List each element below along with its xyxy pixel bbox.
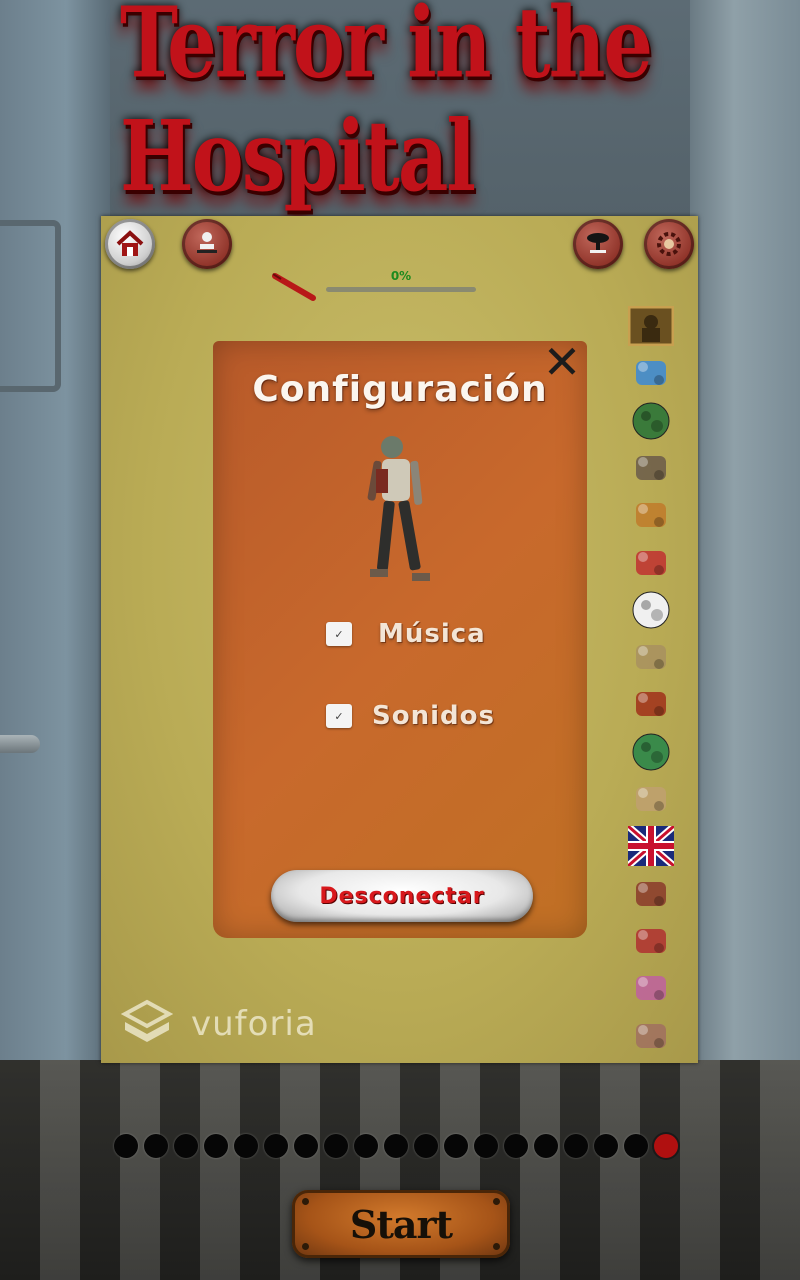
zombie-character-image <box>367 436 430 581</box>
page-dot[interactable] <box>144 1134 168 1158</box>
music-label: Música <box>378 619 486 649</box>
map-pin-icon[interactable] <box>628 353 674 393</box>
music-notes-icon-graphic <box>636 976 666 1001</box>
page-dot[interactable] <box>504 1134 528 1158</box>
globe-icon-graphic <box>632 402 670 440</box>
dialog-title: Configuración <box>252 369 548 410</box>
game-panel: 0% ✕ Configuración ✓ Música ✓ Sonidos De… <box>101 216 698 1063</box>
wall-pipe <box>0 735 40 753</box>
rocks-icon[interactable] <box>628 448 674 488</box>
rivet <box>302 1198 309 1205</box>
helmet-icon-graphic <box>636 692 666 717</box>
rivet <box>493 1243 500 1250</box>
globe-icon[interactable] <box>628 401 674 441</box>
rocks-icon-graphic <box>636 455 666 480</box>
uk-flag-icon[interactable] <box>628 826 674 867</box>
rivet <box>302 1243 309 1250</box>
sounds-checkbox[interactable]: ✓ <box>326 704 352 728</box>
sounds-option: ✓ Sonidos <box>326 701 495 731</box>
checkmark-icon: ✓ <box>334 709 344 723</box>
checkmark-icon: ✓ <box>334 627 344 641</box>
page-dot[interactable] <box>114 1134 138 1158</box>
page-dot[interactable] <box>354 1134 378 1158</box>
uk-flag-icon-graphic <box>628 826 674 867</box>
target-icon-graphic <box>636 928 666 953</box>
painting-icon-graphic <box>628 306 674 346</box>
page-dot[interactable] <box>624 1134 648 1158</box>
map-pin-icon-graphic <box>636 361 666 386</box>
settings-button[interactable] <box>644 219 694 269</box>
start-button[interactable]: Start <box>292 1190 510 1258</box>
book-icon[interactable] <box>628 779 674 819</box>
stool-button[interactable] <box>573 219 623 269</box>
page-indicator <box>114 1134 678 1160</box>
stool-icon <box>587 233 609 253</box>
soccer-ball-icon-graphic <box>632 591 670 629</box>
page-dot[interactable] <box>384 1134 408 1158</box>
page-dot[interactable] <box>264 1134 288 1158</box>
rivet <box>493 1198 500 1205</box>
console-icon-graphic <box>636 1023 666 1048</box>
tools-icon[interactable] <box>628 495 674 535</box>
music-notes-icon[interactable] <box>628 968 674 1008</box>
character-icon <box>197 232 217 253</box>
page-dot[interactable] <box>564 1134 588 1158</box>
page-dot[interactable] <box>474 1134 498 1158</box>
question-lamp-icon[interactable] <box>628 543 674 583</box>
page-dot[interactable] <box>204 1134 228 1158</box>
page-dot-active[interactable] <box>654 1134 678 1158</box>
page-dot[interactable] <box>444 1134 468 1158</box>
page-dot[interactable] <box>534 1134 558 1158</box>
tools-icon-graphic <box>636 503 666 528</box>
music-option: ✓ Música <box>326 619 486 649</box>
home-icon <box>116 230 144 256</box>
painting-icon[interactable] <box>628 306 674 346</box>
syringe-icon <box>272 273 316 301</box>
disconnect-button[interactable]: Desconectar <box>271 870 533 922</box>
book-icon-graphic <box>636 787 666 811</box>
soccer-ball-icon[interactable] <box>628 590 674 630</box>
helmet-icon[interactable] <box>628 684 674 724</box>
home-button[interactable] <box>105 219 155 269</box>
sword-icon-graphic <box>636 645 666 670</box>
vuforia-watermark: vuforia <box>121 999 317 1049</box>
page-dot[interactable] <box>174 1134 198 1158</box>
character-button[interactable] <box>182 219 232 269</box>
fighter-icon[interactable] <box>628 874 674 914</box>
vuforia-logo-icon <box>121 999 173 1042</box>
question-lamp-icon-graphic <box>636 550 666 575</box>
progress-bar <box>326 287 476 292</box>
progress-label: 0% <box>390 269 412 283</box>
page-dot[interactable] <box>234 1134 258 1158</box>
fighter-icon-graphic <box>636 881 666 906</box>
page-dot[interactable] <box>414 1134 438 1158</box>
gear-icon <box>657 232 681 256</box>
page-dot[interactable] <box>594 1134 618 1158</box>
target-icon[interactable] <box>628 921 674 961</box>
music-checkbox[interactable]: ✓ <box>326 622 352 646</box>
vuforia-text: vuforia <box>191 1004 317 1044</box>
game-title: Terror in the Hospital <box>120 0 653 214</box>
earth-icon-graphic <box>632 733 670 771</box>
sounds-label: Sonidos <box>372 701 495 731</box>
door-frame <box>0 220 61 392</box>
start-label: Start <box>349 1201 453 1247</box>
earth-icon[interactable] <box>628 732 674 772</box>
page-dot[interactable] <box>324 1134 348 1158</box>
sword-icon[interactable] <box>628 637 674 677</box>
console-icon[interactable] <box>628 1016 674 1056</box>
page-dot[interactable] <box>294 1134 318 1158</box>
settings-dialog: ✕ Configuración ✓ Música ✓ Sonidos Desco… <box>213 339 587 938</box>
